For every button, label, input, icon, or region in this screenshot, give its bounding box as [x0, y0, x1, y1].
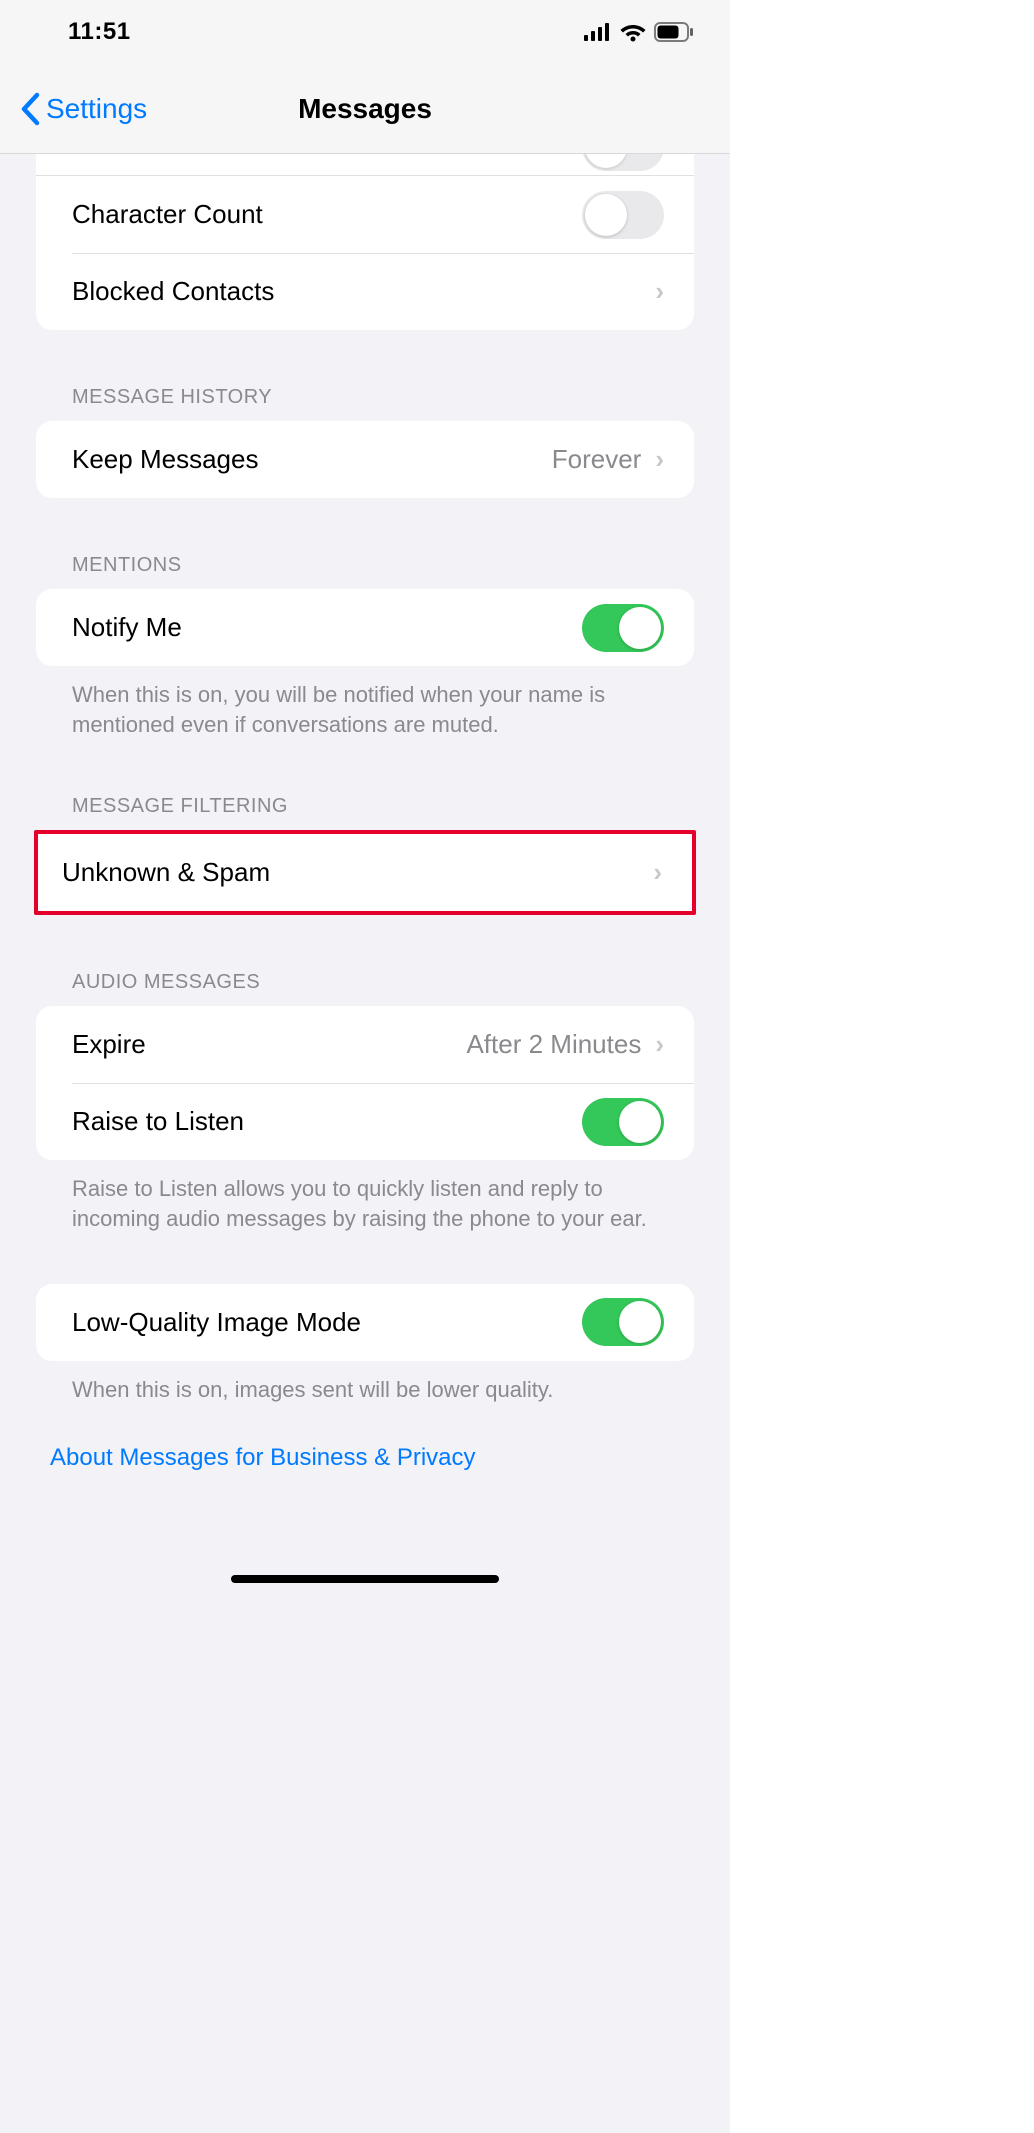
- keep-messages-row[interactable]: Keep Messages Forever ›: [36, 421, 694, 498]
- chevron-right-icon: ›: [655, 1029, 664, 1060]
- navigation-bar: Settings Messages: [0, 64, 730, 154]
- group-mentions: Notify Me: [36, 589, 694, 666]
- group-message-history: Keep Messages Forever ›: [36, 421, 694, 498]
- chevron-right-icon: ›: [655, 276, 664, 307]
- section-footer-mentions: When this is on, you will be notified wh…: [0, 666, 730, 739]
- raise-to-listen-row[interactable]: Raise to Listen: [36, 1083, 694, 1160]
- unknown-spam-row[interactable]: Unknown & Spam ›: [38, 834, 692, 911]
- cellular-icon: [584, 23, 612, 41]
- content: Character Count Blocked Contacts › MESSA…: [0, 154, 730, 1472]
- about-link[interactable]: About Messages for Business & Privacy: [50, 1444, 476, 1471]
- row-label: Blocked Contacts: [72, 276, 274, 307]
- row-label: Notify Me: [72, 612, 182, 643]
- section-header-filtering: MESSAGE FILTERING: [0, 739, 730, 830]
- row-label: Keep Messages: [72, 444, 258, 475]
- section-footer-low-quality: When this is on, images sent will be low…: [0, 1361, 730, 1405]
- chevron-left-icon: [20, 92, 40, 126]
- low-quality-row[interactable]: Low-Quality Image Mode: [36, 1284, 694, 1361]
- highlight-unknown-spam: Unknown & Spam ›: [34, 830, 696, 915]
- notify-me-row[interactable]: Notify Me: [36, 589, 694, 666]
- character-count-toggle[interactable]: [582, 191, 664, 239]
- wifi-icon: [620, 22, 646, 42]
- low-quality-toggle[interactable]: [582, 1298, 664, 1346]
- screen: 11:51 Settings Messages Character Count …: [0, 0, 730, 2133]
- battery-icon: [654, 22, 694, 42]
- row-value: After 2 Minutes: [466, 1029, 641, 1060]
- row-label: Low-Quality Image Mode: [72, 1307, 361, 1338]
- back-button[interactable]: Settings: [20, 92, 147, 126]
- character-count-row[interactable]: Character Count: [36, 176, 694, 253]
- chevron-right-icon: ›: [653, 857, 662, 888]
- row-label: Unknown & Spam: [62, 857, 270, 888]
- row-label: Raise to Listen: [72, 1106, 244, 1137]
- section-header-mentions: MENTIONS: [0, 498, 730, 589]
- group-low-quality: Low-Quality Image Mode: [36, 1284, 694, 1361]
- group-audio: Expire After 2 Minutes › Raise to Listen: [36, 1006, 694, 1160]
- raise-to-listen-toggle[interactable]: [582, 1098, 664, 1146]
- back-label: Settings: [46, 93, 147, 125]
- row-value: Forever: [552, 444, 642, 475]
- section-footer-audio: Raise to Listen allows you to quickly li…: [0, 1160, 730, 1233]
- notify-me-toggle[interactable]: [582, 604, 664, 652]
- home-indicator[interactable]: [231, 1575, 499, 1583]
- about-link-row: About Messages for Business & Privacy: [0, 1404, 730, 1472]
- status-icons: [584, 22, 694, 42]
- section-header-message-history: MESSAGE HISTORY: [0, 330, 730, 421]
- toggle-switch[interactable]: [582, 154, 664, 171]
- clipped-row: [36, 154, 694, 176]
- row-label: Expire: [72, 1029, 146, 1060]
- status-bar: 11:51: [0, 0, 730, 64]
- right-gutter: [730, 0, 1034, 2133]
- blocked-contacts-row[interactable]: Blocked Contacts ›: [36, 253, 694, 330]
- expire-row[interactable]: Expire After 2 Minutes ›: [36, 1006, 694, 1083]
- chevron-right-icon: ›: [655, 444, 664, 475]
- status-time: 11:51: [68, 18, 131, 46]
- group-sms: Character Count Blocked Contacts ›: [36, 176, 694, 330]
- row-label: Character Count: [72, 199, 263, 230]
- section-header-audio: AUDIO MESSAGES: [0, 915, 730, 1006]
